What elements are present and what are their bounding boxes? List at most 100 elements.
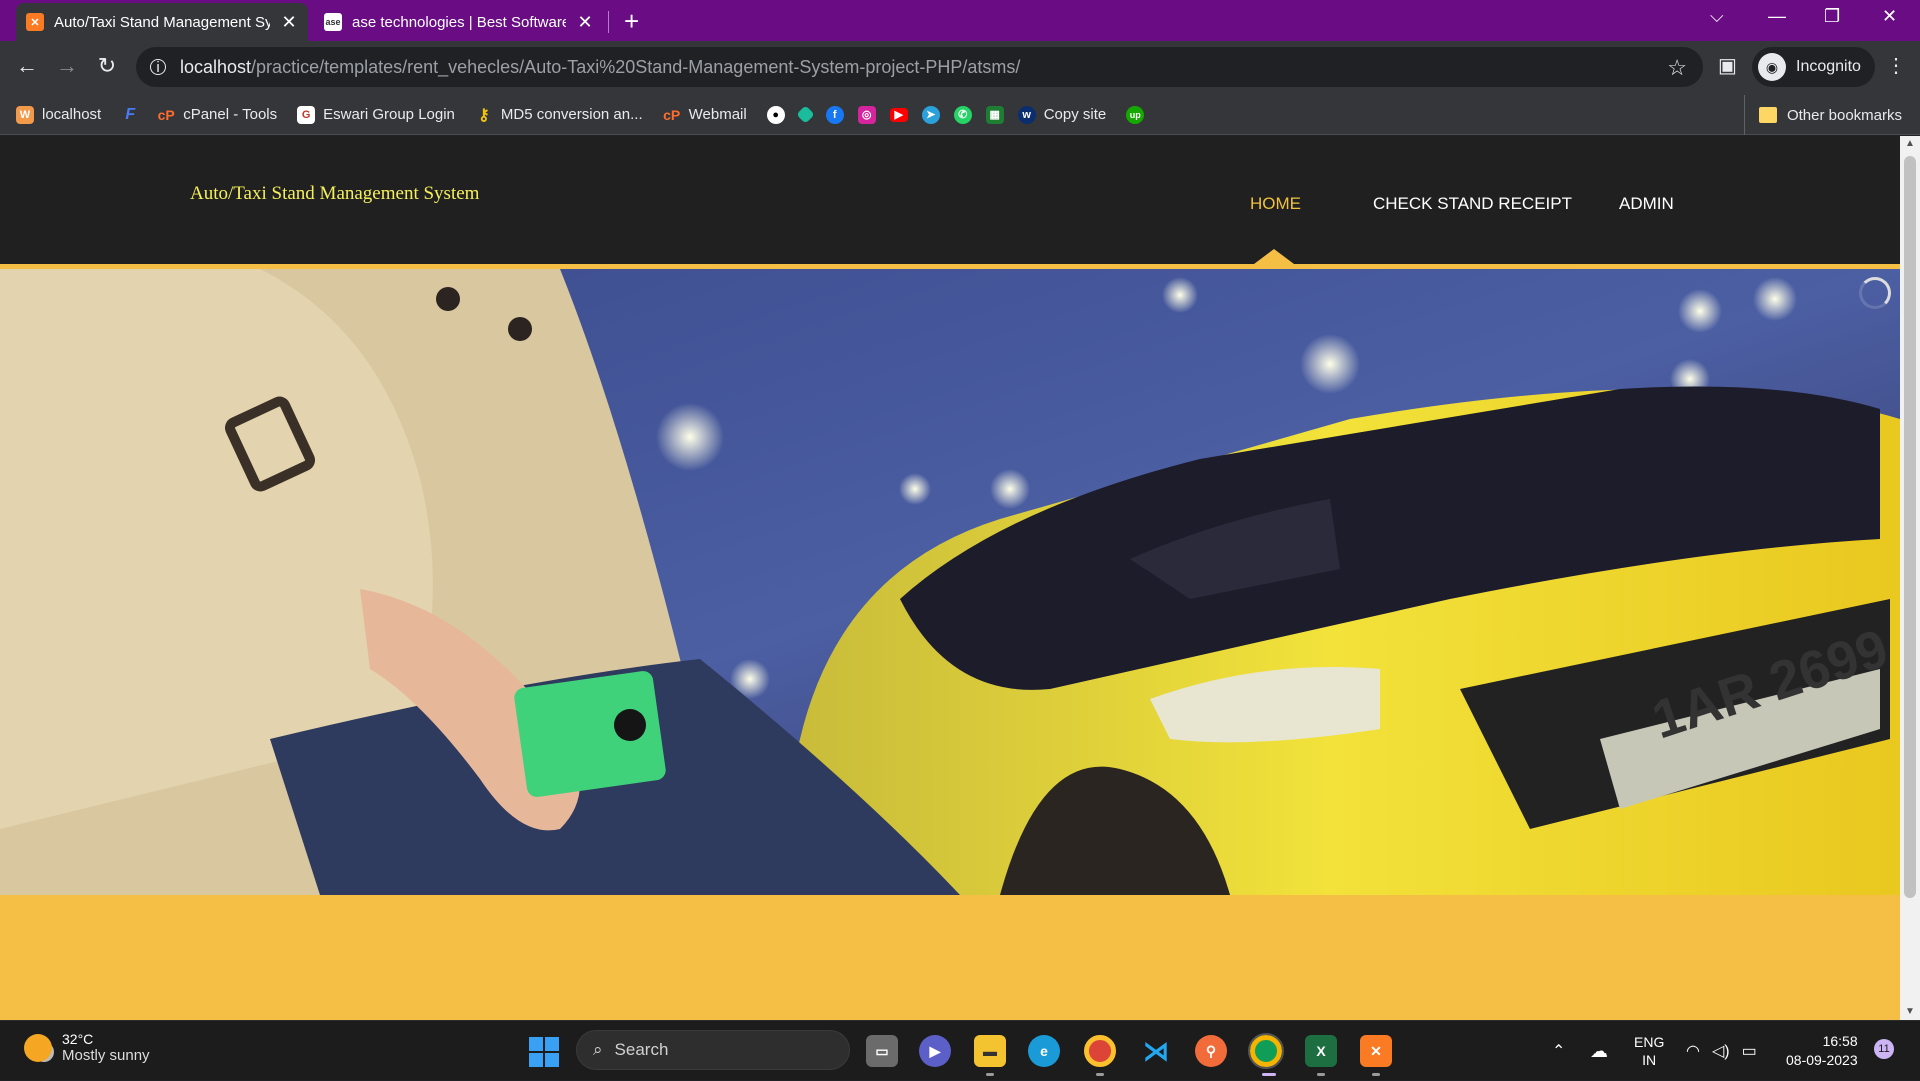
xampp-icon[interactable]: ✕ — [1360, 1035, 1392, 1067]
bookmark-copy-site[interactable]: w Copy site — [1017, 105, 1106, 124]
active-indicator — [1262, 1073, 1276, 1076]
clock[interactable]: 16:58 08-09-2023 — [1786, 1021, 1858, 1081]
tab-title: ase technologies | Best Software — [352, 13, 566, 31]
running-indicator — [1096, 1073, 1104, 1076]
bookmark-cpanel[interactable]: cP cPanel - Tools — [157, 106, 278, 124]
postman-icon[interactable]: ⚲ — [1195, 1035, 1227, 1067]
bookmark-youtube[interactable]: ▶ — [889, 107, 908, 122]
site-brand[interactable]: Auto/Taxi Stand Management System — [190, 183, 479, 205]
onedrive-icon[interactable]: ☁ — [1590, 1021, 1608, 1081]
bookmark-grid[interactable]: ▦ — [985, 105, 1004, 124]
bookmark-diamond[interactable] — [796, 105, 815, 124]
profile-label: Incognito — [1796, 58, 1861, 75]
address-bar[interactable]: i localhost/practice/templates/rent_vehe… — [136, 47, 1703, 87]
new-tab-button[interactable]: + — [624, 6, 639, 37]
file-explorer-icon[interactable]: ▬ — [974, 1035, 1006, 1067]
bookmark-webmail[interactable]: cP Webmail — [663, 106, 747, 124]
notification-badge[interactable]: 11 — [1874, 1039, 1894, 1059]
bookmark-eswari[interactable]: G Eswari Group Login — [297, 105, 455, 124]
xampp-icon: ✕ — [26, 13, 44, 31]
reload-icon[interactable]: ↻ — [92, 53, 122, 79]
url-path: /practice/templates/rent_vehecles/Auto-T… — [251, 56, 1021, 77]
menu-kebab-icon[interactable]: ⋮ — [1886, 53, 1906, 78]
vscode-icon[interactable]: ⋊ — [1140, 1035, 1172, 1067]
youtube-icon: ▶ — [889, 107, 908, 122]
windows-taskbar: 32°C Mostly sunny ⌕ Search ▭ ▶ ▬ e ⋊ ⚲ X… — [0, 1020, 1920, 1080]
cpanel-icon: cP — [157, 106, 175, 123]
back-icon[interactable]: ← — [12, 53, 42, 79]
bookmark-localhost[interactable]: Wlocalhost — [16, 105, 101, 124]
nav-admin[interactable]: ADMIN — [1619, 194, 1674, 214]
bookmark-telegram[interactable]: ➤ — [921, 105, 940, 124]
scroll-down-icon[interactable]: ▼ — [1905, 1006, 1915, 1017]
running-indicator — [1317, 1073, 1325, 1076]
taxi-hero-illustration: 1AR 2699 — [0, 269, 1900, 895]
running-indicator — [986, 1073, 994, 1076]
tab-divider — [608, 11, 609, 33]
chat-icon[interactable]: ▶ — [919, 1035, 951, 1067]
browser-toolbar: ← → ↻ i localhost/practice/templates/ren… — [0, 41, 1920, 95]
volume-icon: ◁) — [1711, 1043, 1730, 1060]
whatsapp-icon: ✆ — [953, 105, 972, 124]
weather-temp: 32°C — [62, 1031, 94, 1047]
forward-icon[interactable]: → — [52, 53, 82, 79]
minimize-icon[interactable]: — — [1768, 6, 1786, 27]
excel-icon[interactable]: X — [1305, 1035, 1337, 1067]
battery-icon: ▭ — [1741, 1043, 1757, 1060]
bookmark-fleetio[interactable]: F — [121, 106, 139, 124]
bookmark-upwork[interactable]: up — [1126, 105, 1145, 124]
close-icon[interactable]: ✕ — [280, 12, 298, 33]
bookmark-facebook[interactable]: f — [825, 105, 844, 124]
task-view-icon[interactable]: ▭ — [866, 1035, 898, 1067]
tab-ase[interactable]: ase ase technologies | Best Software ✕ — [314, 3, 604, 41]
eswari-icon: G — [297, 105, 316, 124]
taskbar-search[interactable]: ⌕ Search — [576, 1030, 850, 1070]
close-icon[interactable]: ✕ — [576, 12, 594, 33]
scrollbar-thumb[interactable] — [1904, 156, 1916, 898]
bookmark-instagram[interactable]: ◎ — [857, 105, 876, 124]
tab-title: Auto/Taxi Stand Management Sy — [54, 13, 270, 31]
other-bookmarks[interactable]: Other bookmarks — [1743, 95, 1902, 135]
restore-icon[interactable]: ❐ — [1824, 6, 1840, 27]
tab-search-icon[interactable]: ⌵ — [1710, 6, 1724, 27]
system-tray[interactable]: ◠ ◁) ▭ — [1686, 1021, 1757, 1081]
window-close-icon[interactable]: ✕ — [1882, 6, 1897, 27]
incognito-profile[interactable]: ◉ Incognito — [1752, 47, 1875, 87]
site-info-icon[interactable]: i — [150, 59, 166, 76]
diamond-icon — [796, 105, 815, 124]
cpanel-icon: cP — [663, 106, 681, 123]
date: 08-09-2023 — [1786, 1052, 1858, 1068]
site-header: Auto/Taxi Stand Management System HOME C… — [0, 136, 1900, 264]
weather-widget[interactable]: 32°C Mostly sunny — [24, 1031, 150, 1064]
grid-icon: ▦ — [985, 105, 1004, 124]
nav-home[interactable]: HOME — [1250, 194, 1301, 214]
bookmark-md5[interactable]: ⚷ MD5 conversion an... — [475, 106, 643, 124]
xampp-icon: W — [16, 105, 34, 124]
language-indicator[interactable]: ENG IN — [1634, 1021, 1664, 1081]
tab-atsms[interactable]: ✕ Auto/Taxi Stand Management Sy ✕ — [16, 3, 308, 41]
loading-spinner-icon — [1859, 277, 1891, 309]
scroll-up-icon[interactable]: ▲ — [1905, 138, 1915, 149]
side-panel-icon[interactable]: ▣ — [1718, 53, 1737, 78]
bookmark-github[interactable]: ● — [766, 105, 785, 124]
key-icon: ⚷ — [478, 106, 490, 124]
telegram-icon: ➤ — [921, 105, 940, 124]
page-scrollbar[interactable]: ▲ ▼ — [1900, 136, 1920, 1020]
bookmark-whatsapp[interactable]: ✆ — [953, 105, 972, 124]
folder-icon — [1758, 107, 1777, 123]
search-placeholder: Search — [614, 1040, 669, 1059]
bookmarks-bar: Wlocalhost F cP cPanel - Tools G Eswari Gr… — [0, 95, 1920, 135]
chrome-icon[interactable] — [1084, 1035, 1116, 1067]
chrome-incognito-icon[interactable] — [1248, 1033, 1284, 1069]
nav-check-stand-receipt[interactable]: CHECK STAND RECEIPT — [1373, 194, 1572, 214]
fleetio-icon: F — [125, 105, 136, 123]
accent-section — [0, 895, 1900, 1020]
start-windows-icon[interactable] — [529, 1037, 559, 1067]
incognito-icon: ◉ — [1758, 53, 1786, 81]
chevron-up-icon[interactable]: ⌃ — [1552, 1021, 1565, 1081]
browser-tab-strip: ✕ Auto/Taxi Stand Management Sy ✕ ase as… — [0, 0, 1920, 41]
wifi-icon: ◠ — [1686, 1043, 1700, 1060]
edge-icon[interactable]: e — [1028, 1035, 1060, 1067]
running-indicator — [1372, 1073, 1380, 1076]
bookmark-star-icon[interactable]: ☆ — [1667, 55, 1687, 81]
